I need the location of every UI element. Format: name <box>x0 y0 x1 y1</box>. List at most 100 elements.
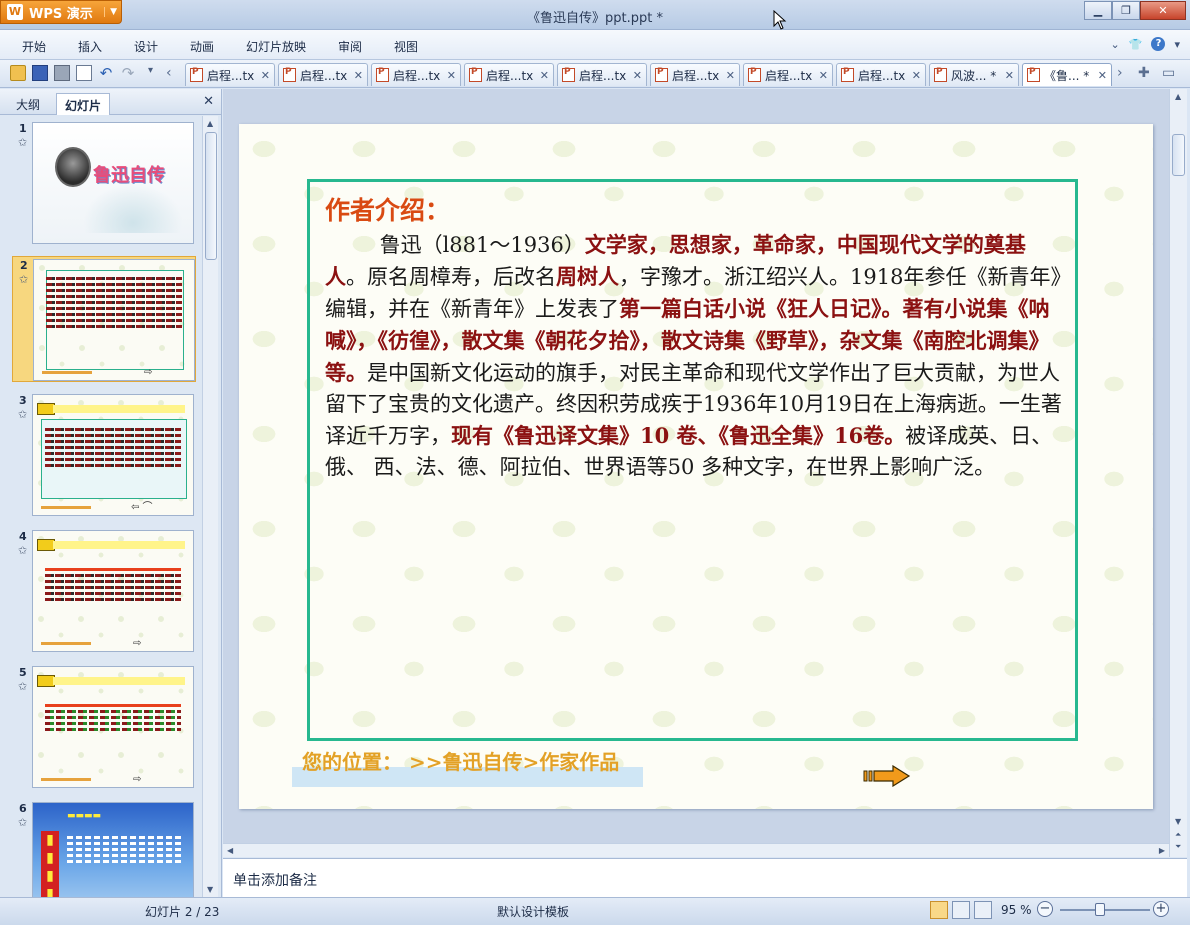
thumbnail-scrollbar[interactable]: ▲ ▼ <box>202 116 218 897</box>
print-preview-icon[interactable] <box>76 65 92 81</box>
ppt-file-icon <box>748 67 761 82</box>
scroll-left-icon[interactable]: ◀ <box>227 846 233 855</box>
maximize-button[interactable]: ❐ <box>1112 1 1140 20</box>
menu-slideshow[interactable]: 幻灯片放映 <box>246 38 306 55</box>
slide-thumbnail[interactable]: 3 ✩ ⇦ ⌒ <box>12 392 196 518</box>
scrollbar-thumb[interactable] <box>205 132 217 260</box>
ppt-file-icon <box>934 67 947 82</box>
close-tab-icon[interactable]: ✕ <box>540 69 549 82</box>
close-window-button[interactable]: ✕ <box>1140 1 1186 20</box>
slide-thumbnail[interactable]: 6 ✩ ▬▬▬▬ ▮ ▮ ▮ ▮ <box>12 800 196 897</box>
slide-number: 4 <box>19 530 27 543</box>
new-tab-icon[interactable]: ✚ <box>1138 65 1150 81</box>
portrait-image <box>55 147 91 187</box>
prev-slide-icon[interactable]: ⏶ <box>1175 830 1181 840</box>
toolbar-more-icon[interactable]: ▾ <box>148 65 164 81</box>
menu-view[interactable]: 视图 <box>394 38 418 55</box>
scroll-right-icon[interactable]: ▶ <box>1159 846 1165 855</box>
thumb-footer <box>41 778 91 781</box>
slide-thumbnail-image: ⇨ <box>32 530 194 652</box>
document-tab[interactable]: 启程...tx ✕ <box>836 63 926 86</box>
save-icon[interactable] <box>32 65 48 81</box>
slide-thumbnail[interactable]: 4 ✩ ⇨ <box>12 528 196 654</box>
zoom-in-icon[interactable]: + <box>1153 901 1169 917</box>
document-tab[interactable]: 启程...tx ✕ <box>743 63 833 86</box>
scrollbar-thumb[interactable] <box>1172 134 1185 176</box>
thumb-arrow-icon: ⇦ ⌒ <box>131 502 153 513</box>
notes-pane[interactable]: 单击添加备注 <box>223 858 1187 897</box>
menu-animation[interactable]: 动画 <box>190 38 214 55</box>
slide-sorter-view-icon[interactable] <box>952 901 970 919</box>
zoom-out-icon[interactable]: − <box>1037 901 1053 917</box>
thumb-red-label: ▮ ▮ ▮ ▮ <box>41 831 59 897</box>
thumb-text-lines <box>45 425 181 470</box>
help-icon[interactable]: ? <box>1151 37 1166 51</box>
zoom-level: 95 % <box>1001 903 1032 917</box>
slide-vertical-scrollbar[interactable]: ▲ ▼ ⏶ ⏷ <box>1169 89 1187 857</box>
slide-body-text[interactable]: 鲁迅（l881～1936）文学家，思想家，革命家，中国现代文学的奠基人。原名周樟… <box>325 229 1065 483</box>
slide-horizontal-scrollbar[interactable]: ◀ ▶ <box>223 843 1169 857</box>
menu-review[interactable]: 审阅 <box>338 38 362 55</box>
scroll-up-icon[interactable]: ▲ <box>1175 92 1181 101</box>
tab-slides[interactable]: 幻灯片 <box>56 93 111 115</box>
close-tab-icon[interactable]: ✕ <box>1098 69 1107 82</box>
document-tab-active[interactable]: 《鲁... * ✕ <box>1022 63 1112 86</box>
slide-number: 1 <box>19 122 27 135</box>
animation-star-icon: ✩ <box>18 136 28 149</box>
scroll-up-icon[interactable]: ▲ <box>207 119 213 128</box>
zoom-slider-handle[interactable] <box>1095 903 1105 916</box>
ppt-file-icon <box>841 67 854 82</box>
slide-thumbnail-selected[interactable]: 2 ✩ ⇨ <box>12 256 196 382</box>
close-tab-icon[interactable]: ✕ <box>261 69 270 82</box>
document-tab[interactable]: 启程...tx ✕ <box>464 63 554 86</box>
document-tab[interactable]: 启程...tx ✕ <box>278 63 368 86</box>
next-arrow-icon[interactable] <box>863 765 911 787</box>
close-tab-icon[interactable]: ✕ <box>726 69 735 82</box>
document-tab[interactable]: 启程...tx ✕ <box>650 63 740 86</box>
slide-thumbnail[interactable]: 5 ✩ ⇨ <box>12 664 196 790</box>
normal-view-icon[interactable] <box>930 901 948 919</box>
document-tab[interactable]: 启程...tx ✕ <box>557 63 647 86</box>
tab-list-icon[interactable]: ▭ <box>1162 65 1175 81</box>
close-tab-icon[interactable]: ✕ <box>354 69 363 82</box>
scroll-down-icon[interactable]: ▼ <box>207 885 213 894</box>
slide-thumbnail[interactable]: 1 ✩ 鲁迅自传 <box>12 120 196 246</box>
menu-insert[interactable]: 插入 <box>78 38 102 55</box>
ppt-file-icon <box>190 67 203 82</box>
menu-right-tools: ⌄ 👕 ? ▾ <box>1111 37 1180 51</box>
tabs-scroll-right-icon[interactable]: › <box>1117 65 1123 81</box>
close-tab-icon[interactable]: ✕ <box>447 69 456 82</box>
close-tab-icon[interactable]: ✕ <box>912 69 921 82</box>
document-tab[interactable]: 启程...tx ✕ <box>185 63 275 86</box>
next-slide-icon[interactable]: ⏷ <box>1175 842 1181 852</box>
print-icon[interactable] <box>54 65 70 81</box>
tab-label: 启程...tx <box>672 68 720 83</box>
slideshow-view-icon[interactable] <box>974 901 992 919</box>
collapse-ribbon-icon[interactable]: ⌄ <box>1111 38 1120 51</box>
close-tab-icon[interactable]: ✕ <box>819 69 828 82</box>
document-tab[interactable]: 启程...tx ✕ <box>371 63 461 86</box>
scroll-down-icon[interactable]: ▼ <box>1175 817 1181 826</box>
open-file-icon[interactable] <box>10 65 26 81</box>
undo-icon[interactable]: ↶ <box>98 65 114 81</box>
slide-canvas[interactable]: 作者介绍： 鲁迅（l881～1936）文学家，思想家，革命家，中国现代文学的奠基… <box>239 124 1153 809</box>
menu-home[interactable]: 开始 <box>22 38 46 55</box>
tab-outline[interactable]: 大纲 <box>8 93 48 115</box>
ppt-file-icon <box>562 67 575 82</box>
tabs-scroll-left-icon[interactable]: ‹ <box>166 65 182 81</box>
menu-design[interactable]: 设计 <box>134 38 158 55</box>
close-tab-icon[interactable]: ✕ <box>633 69 642 82</box>
close-panel-icon[interactable]: ✕ <box>203 94 214 109</box>
skin-icon[interactable]: 👕 <box>1129 38 1143 51</box>
redo-icon[interactable]: ↷ <box>120 65 136 81</box>
slide-number: 6 <box>19 802 27 815</box>
slide-heading[interactable]: 作者介绍： <box>325 191 450 227</box>
zoom-slider[interactable] <box>1060 909 1150 911</box>
animation-star-icon: ✩ <box>18 680 28 693</box>
mouse-cursor-icon <box>773 10 787 30</box>
close-tab-icon[interactable]: ✕ <box>1005 69 1014 82</box>
help-dropdown-icon[interactable]: ▾ <box>1174 38 1180 51</box>
minimize-button[interactable]: ▁ <box>1084 1 1112 20</box>
thumb-text-lines <box>46 274 182 331</box>
document-tab[interactable]: 风波... * ✕ <box>929 63 1019 86</box>
